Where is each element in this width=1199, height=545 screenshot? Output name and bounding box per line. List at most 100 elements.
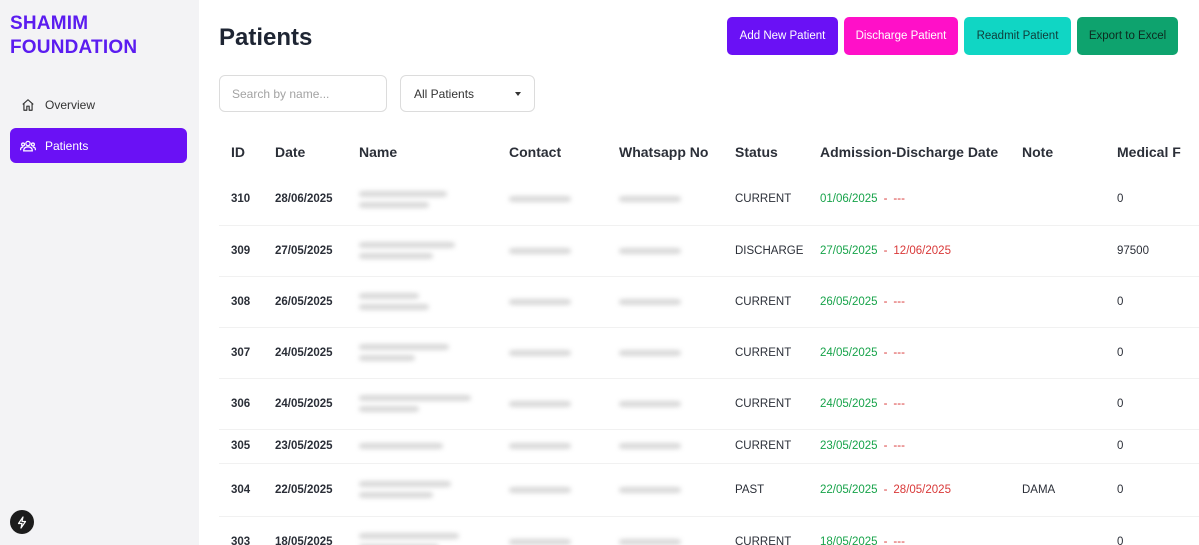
cell-medical: 0	[1105, 276, 1199, 328]
cell-contact	[497, 463, 607, 517]
table-row[interactable]: 308 26/05/2025 CURRENT 26/05/2025- --- 0	[219, 276, 1199, 328]
home-icon	[20, 97, 36, 113]
column-header-whatsapp[interactable]: Whatsapp No	[607, 130, 723, 174]
sidebar-item-overview[interactable]: Overview	[10, 87, 187, 122]
cell-id: 307	[219, 327, 263, 379]
redacted-text	[359, 190, 447, 197]
table-row[interactable]: 306 24/05/2025 CURRENT 24/05/2025- --- 0	[219, 378, 1199, 430]
redacted-text	[619, 247, 681, 254]
redacted-text	[619, 298, 681, 305]
redacted-text	[509, 400, 571, 407]
cell-whatsapp	[607, 378, 723, 430]
column-header-admission-discharge[interactable]: Admission-Discharge Date	[808, 130, 1010, 174]
add-new-patient-button[interactable]: Add New Patient	[727, 17, 838, 55]
cell-admission-discharge: 18/05/2025- ---	[808, 516, 1010, 545]
table-row[interactable]: 304 22/05/2025 PAST 22/05/2025-28/05/2025 DA…	[219, 463, 1199, 517]
cell-name	[347, 378, 497, 430]
cell-whatsapp	[607, 276, 723, 328]
table-row[interactable]: 303 18/05/2025 CURRENT 18/05/2025- --- 0	[219, 516, 1199, 545]
table-row[interactable]: 310 28/06/2025 CURRENT 01/06/2025- --- 0	[219, 174, 1199, 226]
redacted-text	[509, 196, 571, 203]
date-separator: -	[883, 244, 888, 257]
cell-status: CURRENT	[723, 378, 808, 430]
cell-date: 27/05/2025	[263, 225, 347, 277]
sidebar-item-label: Patients	[45, 138, 89, 153]
cell-admission-discharge: 27/05/2025-12/06/2025	[808, 225, 1010, 277]
date-separator: -	[883, 483, 888, 496]
redacted-text	[359, 533, 459, 539]
redacted-text	[619, 196, 681, 203]
date-separator: -	[883, 397, 888, 410]
bolt-icon[interactable]	[10, 510, 34, 534]
cell-note	[1010, 327, 1105, 379]
cell-medical: 0	[1105, 378, 1199, 430]
cell-medical: 0	[1105, 429, 1199, 464]
brand-line-2: FOUNDATION	[10, 37, 138, 58]
cell-id: 306	[219, 378, 263, 430]
admission-date: 24/05/2025	[820, 397, 878, 410]
column-header-date[interactable]: Date	[263, 130, 347, 174]
sidebar: SHAMIM FOUNDATION Overview Patients	[0, 0, 199, 545]
discharge-date: ---	[893, 193, 905, 206]
redacted-text	[509, 443, 571, 449]
discharge-date: ---	[893, 346, 905, 359]
redacted-text	[359, 344, 449, 350]
redacted-text	[359, 253, 433, 259]
cell-name	[347, 516, 497, 545]
column-header-contact[interactable]: Contact	[497, 130, 607, 174]
admission-date: 23/05/2025	[820, 440, 878, 452]
cell-contact	[497, 378, 607, 430]
chevron-down-icon	[515, 91, 521, 96]
cell-medical: 0	[1105, 174, 1199, 226]
cell-note	[1010, 378, 1105, 430]
column-header-id[interactable]: ID	[219, 130, 263, 174]
date-separator: -	[883, 346, 888, 359]
table-row[interactable]: 307 24/05/2025 CURRENT 24/05/2025- --- 0	[219, 327, 1199, 379]
discharge-patient-button[interactable]: Discharge Patient	[844, 17, 958, 55]
redacted-text	[359, 492, 433, 498]
cell-note	[1010, 225, 1105, 277]
column-header-medical[interactable]: Medical F	[1105, 130, 1199, 174]
admission-date: 18/05/2025	[820, 535, 878, 545]
redacted-text	[619, 443, 681, 449]
table-row[interactable]: 305 23/05/2025 CURRENT 23/05/2025- --- 0	[219, 429, 1199, 464]
cell-whatsapp	[607, 174, 723, 226]
admission-date: 01/06/2025	[820, 193, 878, 206]
cell-contact	[497, 429, 607, 464]
cell-id: 304	[219, 463, 263, 517]
redacted-text	[359, 242, 455, 248]
search-input[interactable]	[219, 75, 387, 112]
brand-logo[interactable]: SHAMIM FOUNDATION	[10, 12, 137, 60]
column-header-status[interactable]: Status	[723, 130, 808, 174]
column-header-note[interactable]: Note	[1010, 130, 1105, 174]
sidebar-item-patients[interactable]: Patients	[10, 128, 187, 163]
patients-table-container[interactable]: ID Date Name Contact Whatsapp No Status …	[219, 130, 1199, 545]
patient-status-select[interactable]: All Patients	[400, 75, 535, 112]
redacted-text	[359, 481, 451, 487]
date-separator: -	[883, 295, 888, 308]
readmit-patient-button[interactable]: Readmit Patient	[964, 17, 1071, 55]
cell-id: 305	[219, 429, 263, 464]
users-icon	[20, 138, 36, 154]
cell-date: 18/05/2025	[263, 516, 347, 545]
cell-whatsapp	[607, 429, 723, 464]
cell-admission-discharge: 23/05/2025- ---	[808, 429, 1010, 464]
redacted-text	[359, 293, 419, 299]
redacted-text	[359, 355, 415, 361]
export-to-excel-button[interactable]: Export to Excel	[1077, 17, 1178, 55]
column-header-name[interactable]: Name	[347, 130, 497, 174]
table-row[interactable]: 309 27/05/2025 DISCHARGE 27/05/2025-12/06/2…	[219, 225, 1199, 277]
cell-name	[347, 225, 497, 277]
cell-medical: 97500	[1105, 225, 1199, 277]
redacted-text	[359, 406, 419, 412]
cell-date: 24/05/2025	[263, 327, 347, 379]
redacted-text	[359, 304, 429, 310]
cell-whatsapp	[607, 463, 723, 517]
redacted-text	[359, 201, 429, 208]
cell-contact	[497, 516, 607, 545]
select-value: All Patients	[414, 86, 475, 101]
cell-status: PAST	[723, 463, 808, 517]
cell-medical: 0	[1105, 327, 1199, 379]
cell-whatsapp	[607, 516, 723, 545]
sidebar-item-label: Overview	[45, 97, 96, 112]
